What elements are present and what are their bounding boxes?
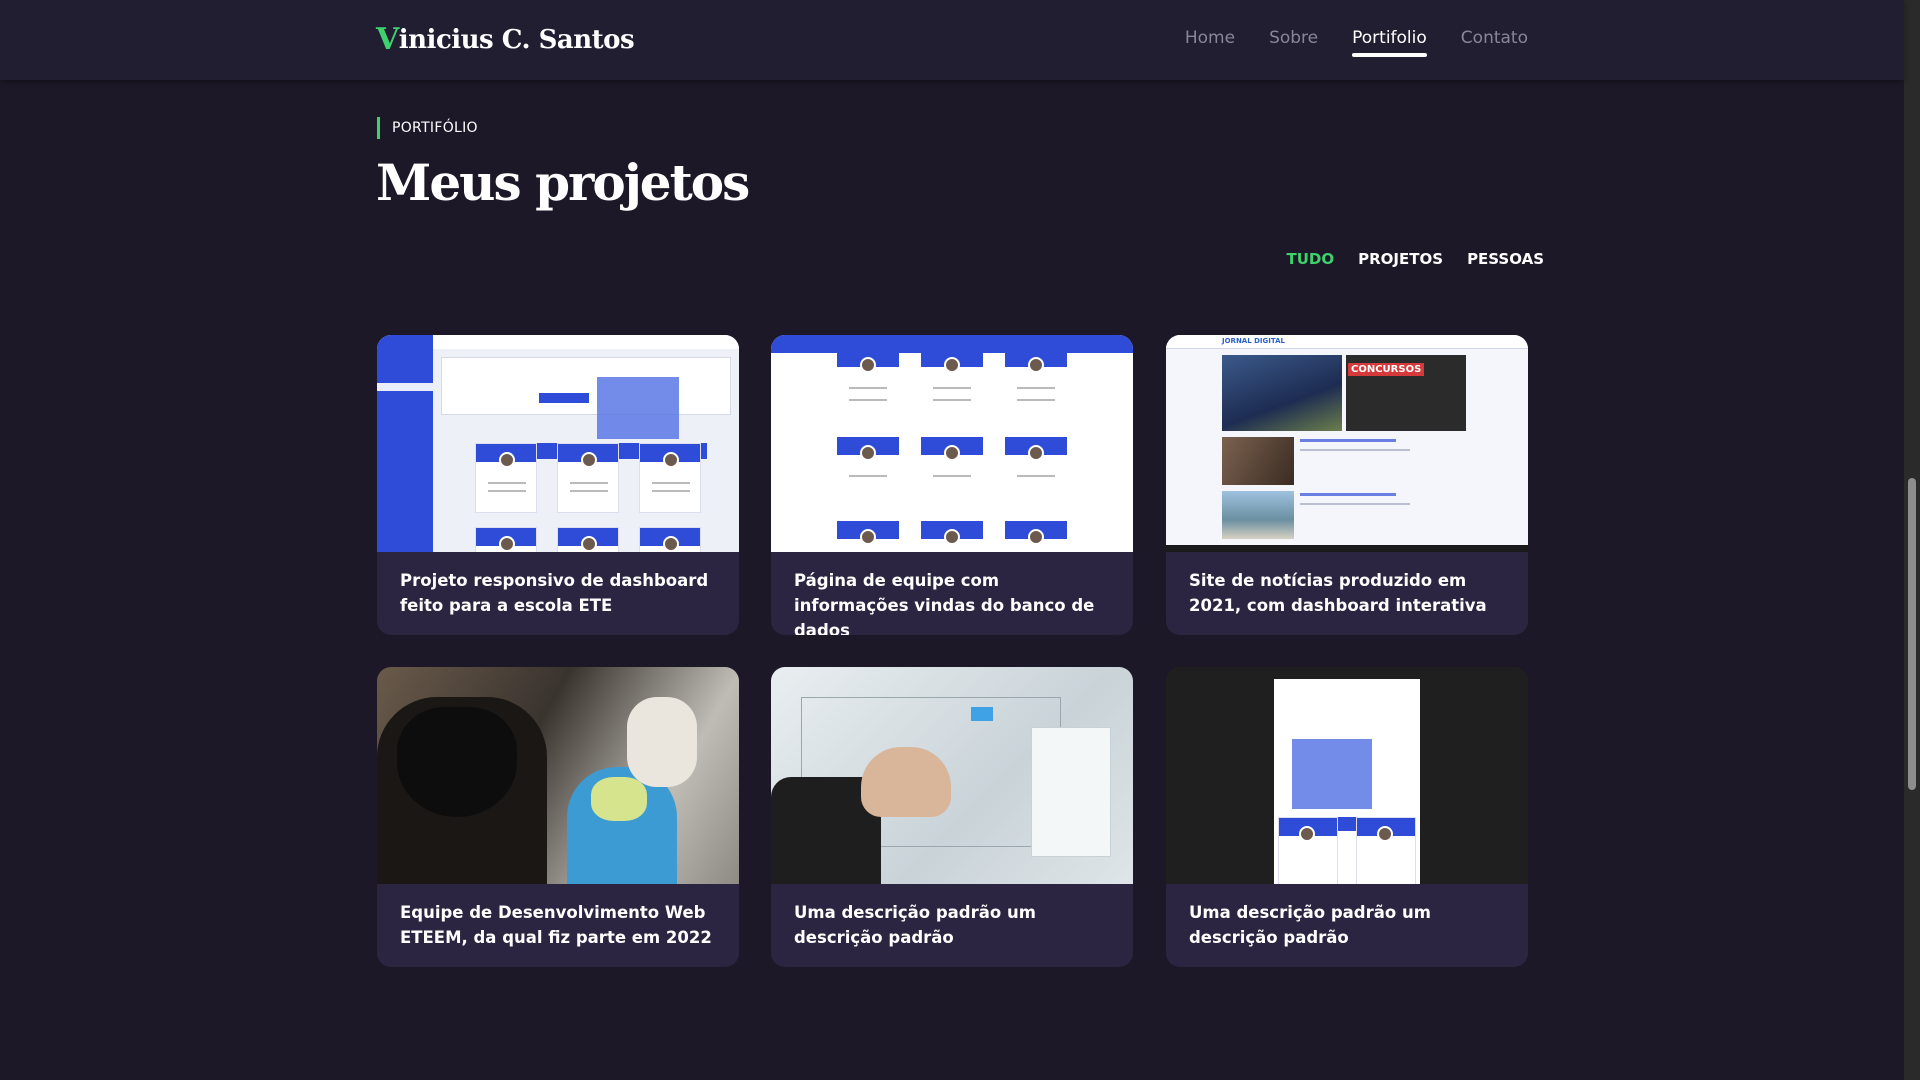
project-caption: Projeto responsivo de dashboard feito pa… (400, 571, 709, 615)
main-nav: Home Sobre Portifolio Contato (1185, 28, 1528, 57)
filter-pessoas[interactable]: PESSOAS (1467, 250, 1544, 268)
project-card[interactable]: Equipe de Desenvolvimento Web ETEEM, da … (377, 667, 739, 967)
project-card[interactable]: Projeto responsivo de dashboard feito pa… (377, 335, 739, 635)
project-thumbnail: JORNAL DIGITAL CONCURSOS (1166, 335, 1528, 552)
nav-portifolio[interactable]: Portifolio (1352, 28, 1427, 57)
filter-tudo[interactable]: TUDO (1287, 250, 1335, 268)
news-site-name: JORNAL DIGITAL (1222, 337, 1285, 345)
project-thumbnail (771, 667, 1133, 884)
project-caption: Uma descrição padrão um descrição padrão (794, 903, 1036, 947)
project-card[interactable]: Uma descrição padrão um descrição padrão (771, 667, 1133, 967)
section-title: Meus projetos (376, 153, 750, 212)
nav-contato[interactable]: Contato (1461, 28, 1528, 48)
project-thumbnail (377, 335, 739, 552)
news-banner-text: CONCURSOS (1348, 363, 1425, 376)
project-caption: Site de notícias produzido em 2021, com … (1189, 571, 1487, 615)
filter-projetos[interactable]: PROJETOS (1358, 250, 1443, 268)
site-header: Vinicius C. Santos Home Sobre Portifolio… (0, 0, 1904, 80)
project-thumbnail (771, 335, 1133, 552)
logo-mark: V (376, 22, 399, 57)
project-card[interactable]: Uma descrição padrão um descrição padrão (1166, 667, 1528, 967)
page-scrollbar[interactable] (1904, 0, 1920, 1080)
project-caption: Uma descrição padrão um descrição padrão (1189, 903, 1431, 947)
project-caption: Equipe de Desenvolvimento Web ETEEM, da … (400, 903, 712, 947)
logo-text: inicius C. Santos (398, 24, 635, 55)
scrollbar-thumb[interactable] (1908, 478, 1916, 790)
section-eyebrow: PORTIFÓLIO (377, 117, 478, 139)
site-logo[interactable]: Vinicius C. Santos (376, 22, 635, 57)
nav-home[interactable]: Home (1185, 28, 1235, 48)
portfolio-filters: TUDO PROJETOS PESSOAS (1287, 250, 1544, 268)
project-thumbnail (1166, 667, 1528, 884)
project-caption: Página de equipe com informações vindas … (794, 571, 1095, 635)
project-thumbnail (377, 667, 739, 884)
nav-sobre[interactable]: Sobre (1269, 28, 1318, 48)
project-card[interactable]: Página de equipe com informações vindas … (771, 335, 1133, 635)
project-card[interactable]: JORNAL DIGITAL CONCURSOS Site de notícia… (1166, 335, 1528, 635)
